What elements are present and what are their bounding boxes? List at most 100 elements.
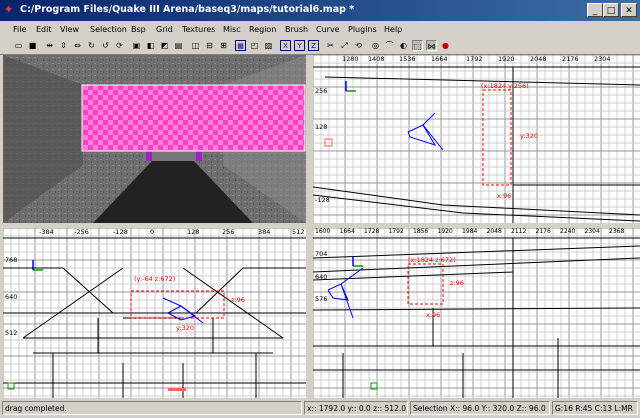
status-bar: drag completed. x:: 1792.0 y:: 0.0 z:: 5…	[0, 399, 640, 418]
clipper-icon[interactable]: ✂	[325, 40, 336, 51]
xy-grid-canvas	[313, 55, 640, 223]
view-change-icon[interactable]: ▦	[235, 40, 246, 51]
menu-misc[interactable]: Misc	[223, 24, 241, 36]
selection-position-label: (x:1824 y:256)	[481, 82, 529, 90]
menu-grid[interactable]: Grid	[156, 24, 173, 36]
ruler-tick: 1728	[364, 228, 380, 235]
menu-plugins[interactable]: Plugins	[348, 24, 377, 36]
menu-view[interactable]: View	[60, 24, 79, 36]
select-inside-icon[interactable]: ▤	[173, 40, 184, 51]
camera-view[interactable]	[3, 55, 306, 223]
window-title: C:/Program Files/Quake III Arena/baseq3/…	[20, 4, 355, 15]
selection-position-label: (y:-64 z:672)	[134, 275, 176, 283]
view-y-icon[interactable]: Y	[294, 40, 305, 51]
ruler-tick: 256	[315, 87, 328, 95]
status-selection-size: Selection X:: 96.0 Y:: 320.0 Z:: 96.0	[410, 401, 550, 415]
selection-width-label: x:96	[426, 311, 441, 319]
rotate-z-icon[interactable]: ⟳	[114, 40, 125, 51]
menu-curve[interactable]: Curve	[316, 24, 340, 36]
menu-bar: File Edit View Selection Bsp Grid Textur…	[0, 21, 640, 39]
menu-textures[interactable]: Textures	[182, 24, 215, 36]
ruler-tick: 1664	[339, 228, 355, 235]
ruler-tick: 768	[5, 256, 18, 264]
view-z-icon[interactable]: Z	[308, 40, 319, 51]
title-bar: ✦ C:/Program Files/Quake III Arena/baseq…	[0, 0, 640, 21]
yz-side-view[interactable]: (y:-64 z:672) z:96 y:320 -384 -256 -128 …	[3, 228, 306, 398]
ruler-tick: 128	[187, 228, 200, 236]
ruler-tick: 576	[315, 295, 328, 303]
ruler-tick: 640	[5, 293, 18, 301]
ruler-tick: 1280	[342, 55, 359, 63]
ruler-tick: 1600	[315, 228, 331, 235]
ruler-tick: 128	[315, 123, 328, 131]
cap-icon[interactable]: ◐	[398, 40, 409, 51]
ruler-tick: 2304	[594, 55, 611, 63]
rotate-icon[interactable]: ⟲	[353, 40, 364, 51]
select-partial-icon[interactable]: ◩	[159, 40, 170, 51]
csg-merge-icon[interactable]: ⊞	[218, 40, 229, 51]
drag-vertices-icon[interactable]: ⋈	[426, 40, 437, 51]
ruler-tick: 1792	[466, 55, 483, 63]
camera-texture-icon[interactable]: ▨	[263, 40, 274, 51]
rotate-y-icon[interactable]: ↺	[100, 40, 111, 51]
ruler-tick: -384	[39, 228, 54, 236]
status-message: drag completed.	[2, 401, 302, 415]
bend-icon[interactable]: ⌒	[384, 40, 395, 51]
menu-brush[interactable]: Brush	[285, 24, 308, 36]
xy-top-view[interactable]: (x:1824 y:256) y:320 x:96 1280 1408 1536…	[313, 55, 640, 223]
ruler-tick: 640	[315, 273, 328, 281]
cubic-clip-icon[interactable]: ◰	[249, 40, 260, 51]
minimize-button[interactable]: _	[587, 3, 603, 17]
menu-help[interactable]: Help	[384, 24, 402, 36]
xz-front-view[interactable]: (x:1824 z:672) z:96 x:96 704 640 576 160…	[313, 228, 640, 398]
close-button[interactable]: ✕	[621, 3, 637, 17]
rotate-x-icon[interactable]: ↻	[86, 40, 97, 51]
ruler-tick: 2048	[530, 55, 547, 63]
menu-file[interactable]: File	[13, 24, 26, 36]
open-icon[interactable]: ▭	[13, 40, 24, 51]
select-touching-icon[interactable]: ◧	[145, 40, 156, 51]
selection-width-label: x:96	[497, 192, 512, 200]
radiant-app-icon[interactable]: ✦	[4, 4, 16, 16]
select-complete-icon[interactable]: ▣	[131, 40, 142, 51]
ruler-tick: 2304	[584, 228, 600, 235]
ruler-tick: 704	[315, 250, 328, 258]
show-entities-icon[interactable]: ●	[440, 40, 451, 51]
toolbar: ▭ ■ ⇹ ⇕ ⇔ ↻ ↺ ⟳ ▣ ◧ ◩ ▤ ◫ ⊟ ⊞ ▦ ◰ ▨ X Y Z ✂ ⤢ ⟲ ◎ ⌒ ◐ ⬚ ⋈ ●	[0, 39, 640, 55]
ruler-tick: 0	[150, 228, 155, 236]
flip-x-icon[interactable]: ⇹	[44, 40, 55, 51]
scale-icon[interactable]: ⤢	[339, 40, 350, 51]
ruler-tick: -128	[113, 228, 128, 236]
menu-edit[interactable]: Edit	[36, 24, 52, 36]
yz-grid-canvas	[3, 228, 306, 398]
selected-textured-brush	[81, 84, 306, 152]
patch-icon[interactable]: ◎	[370, 40, 381, 51]
camera-render	[3, 55, 306, 223]
flip-z-icon[interactable]: ⇔	[72, 40, 83, 51]
menu-bsp[interactable]: Bsp	[131, 24, 146, 36]
save-icon[interactable]: ■	[27, 40, 38, 51]
ruler-tick: 512	[292, 228, 305, 236]
selection-height-label: z:96	[231, 296, 245, 304]
selection-height-label: z:96	[450, 279, 464, 287]
selection-width-label: y:320	[176, 324, 194, 332]
maximize-button[interactable]: □	[603, 3, 619, 17]
view-x-icon[interactable]: X	[280, 40, 291, 51]
ruler-tick: 2176	[535, 228, 551, 235]
ruler-tick: 1408	[368, 55, 385, 63]
ruler-tick: 1920	[498, 55, 515, 63]
ruler-tick: 2176	[562, 55, 579, 63]
vertical-splitter[interactable]	[306, 55, 313, 399]
ruler-tick: 1792	[388, 228, 404, 235]
ruler-tick: 384	[258, 228, 271, 236]
ruler-tick: 1984	[462, 228, 478, 235]
ruler-tick: 2048	[486, 228, 502, 235]
ruler-tick: 1664	[431, 55, 448, 63]
csg-subtract-icon[interactable]: ⊟	[204, 40, 215, 51]
menu-region[interactable]: Region	[249, 24, 276, 36]
drag-edges-icon[interactable]: ⬚	[412, 40, 423, 51]
flip-y-icon[interactable]: ⇕	[58, 40, 69, 51]
menu-selection[interactable]: Selection	[90, 24, 127, 36]
ruler-tick: -256	[74, 228, 89, 236]
csg-hollow-icon[interactable]: ◫	[190, 40, 201, 51]
